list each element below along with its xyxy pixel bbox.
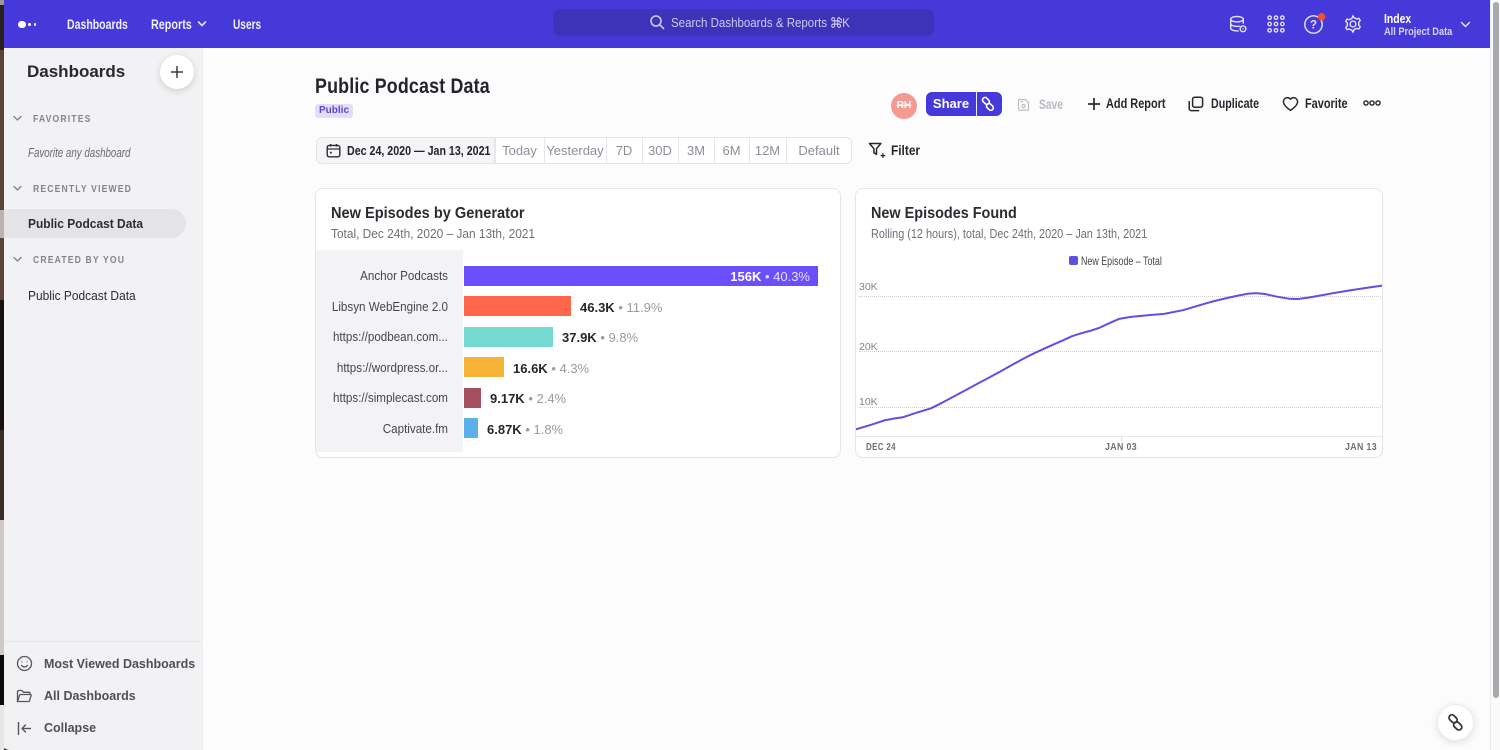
svg-text:?: ? (1310, 20, 1317, 32)
